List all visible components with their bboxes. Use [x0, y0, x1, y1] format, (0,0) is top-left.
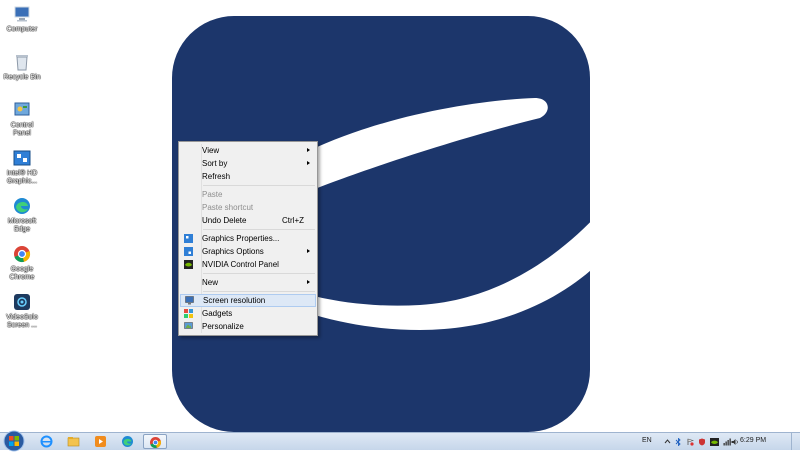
- action-center-icon[interactable]: [686, 438, 694, 446]
- bluetooth-icon[interactable]: [675, 438, 682, 446]
- desktop-context-menu: View Sort by Refresh Paste Paste shortcu…: [178, 141, 318, 336]
- show-desktop-button[interactable]: [791, 433, 800, 450]
- taskbar-app-internet-explorer[interactable]: [35, 434, 59, 449]
- menu-item-paste[interactable]: Paste: [180, 188, 316, 201]
- intel-graphics-icon: [184, 247, 193, 256]
- menu-item-new[interactable]: New: [180, 276, 316, 289]
- submenu-arrow-icon: [307, 280, 310, 284]
- microsoft-edge-icon: [14, 198, 30, 214]
- submenu-arrow-icon: [307, 161, 310, 165]
- taskbar-app-microsoft-edge[interactable]: [116, 434, 140, 449]
- desktop-icon-microsoft-edge[interactable]: Microsoft Edge: [0, 196, 44, 234]
- nvidia-tray-icon[interactable]: [710, 438, 719, 446]
- menu-item-graphics-properties[interactable]: Graphics Properties...: [180, 232, 316, 245]
- desktop-icon-videosolo[interactable]: VideoSolo Screen ...: [0, 292, 44, 330]
- google-chrome-icon: [14, 246, 31, 263]
- volume-icon[interactable]: [731, 438, 739, 446]
- personalize-icon: [184, 322, 193, 329]
- desktop-icon-intel-hd-graphics[interactable]: Intel® HD Graphic...: [0, 148, 44, 186]
- videosolo-screen-icon: [14, 294, 30, 310]
- screen-resolution-icon: [185, 296, 194, 305]
- google-chrome-icon: [150, 437, 161, 449]
- taskbar-app-media-player[interactable]: [89, 434, 113, 449]
- undo-delete-shortcut: Ctrl+Z: [282, 216, 304, 225]
- system-tray: EN 6:29 PM: [630, 433, 800, 450]
- desktop-icon-control-panel[interactable]: Control Panel: [0, 100, 44, 138]
- menu-separator: [203, 291, 315, 292]
- microsoft-edge-icon: [122, 436, 133, 447]
- menu-item-screen-resolution[interactable]: Screen resolution: [180, 294, 316, 307]
- menu-item-paste-shortcut[interactable]: Paste shortcut: [180, 201, 316, 214]
- menu-item-gadgets[interactable]: Gadgets: [180, 307, 316, 320]
- taskbar-app-google-chrome[interactable]: [143, 434, 167, 449]
- media-player-icon: [95, 436, 106, 447]
- network-signal-icon[interactable]: [723, 438, 731, 446]
- submenu-arrow-icon: [307, 249, 310, 253]
- menu-separator: [203, 229, 315, 230]
- control-panel-icon: [14, 102, 30, 116]
- security-shield-icon[interactable]: [698, 438, 706, 446]
- intel-hd-graphics-icon: [13, 150, 31, 166]
- language-indicator[interactable]: EN: [642, 437, 652, 444]
- menu-item-view[interactable]: View: [180, 144, 316, 157]
- menu-item-graphics-options[interactable]: Graphics Options: [180, 245, 316, 258]
- menu-item-refresh[interactable]: Refresh: [180, 170, 316, 183]
- nvidia-icon: [184, 260, 193, 269]
- desktop-icon-computer[interactable]: Computer: [0, 4, 44, 34]
- submenu-arrow-icon: [307, 148, 310, 152]
- computer-icon: [14, 6, 30, 22]
- recycle-bin-icon: [16, 55, 28, 71]
- menu-separator: [203, 273, 315, 274]
- menu-item-nvidia-control-panel[interactable]: NVIDIA Control Panel: [180, 258, 316, 271]
- taskbar-app-file-explorer[interactable]: [62, 434, 86, 449]
- internet-explorer-icon: [40, 435, 53, 448]
- desktop-icon-google-chrome[interactable]: Google Chrome: [0, 244, 44, 282]
- chevron-up-icon[interactable]: [664, 438, 671, 445]
- intel-graphics-icon: [184, 234, 193, 243]
- desktop-icon-recycle-bin[interactable]: Recycle Bin: [0, 52, 44, 82]
- wallpaper-logo: [172, 16, 600, 432]
- menu-item-sort-by[interactable]: Sort by: [180, 157, 316, 170]
- clock[interactable]: 6:29 PM: [740, 437, 766, 444]
- gadgets-icon: [184, 309, 193, 318]
- taskbar: EN 6:29 PM: [0, 430, 800, 452]
- start-button[interactable]: [3, 430, 25, 452]
- file-explorer-icon: [67, 437, 80, 447]
- menu-separator: [203, 185, 315, 186]
- menu-item-undo-delete[interactable]: Undo Delete Ctrl+Z: [180, 214, 316, 227]
- menu-item-personalize[interactable]: Personalize: [180, 320, 316, 333]
